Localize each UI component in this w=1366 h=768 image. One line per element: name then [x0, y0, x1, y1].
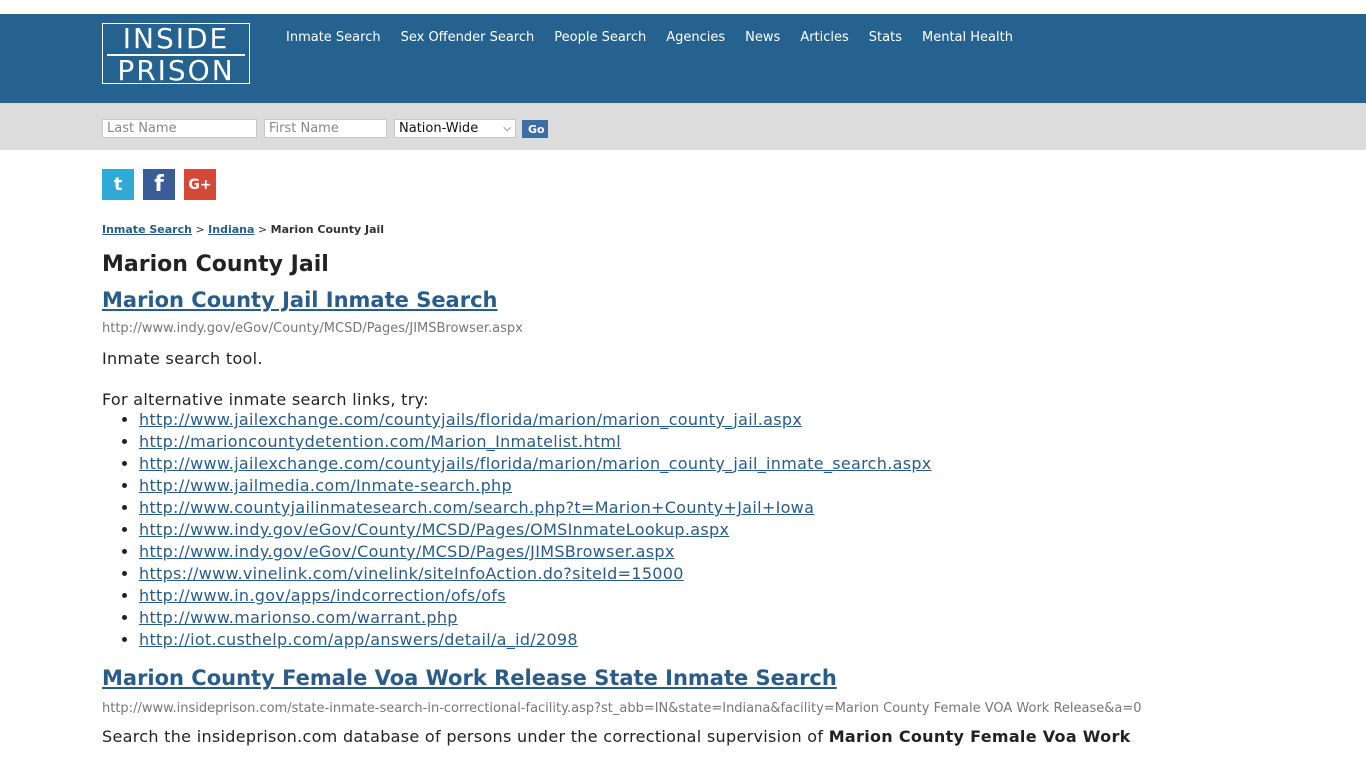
nav-agencies[interactable]: Agencies	[666, 30, 725, 45]
region-select[interactable]: Nation-Wide ⌵	[394, 119, 516, 138]
result-title: Marion County Female Voa Work Release St…	[102, 666, 1302, 690]
page-title: Marion County Jail	[102, 252, 329, 277]
result-description: Search the insideprison.com database of …	[102, 727, 1302, 746]
facebook-icon[interactable]: f	[143, 169, 175, 200]
top-strip	[0, 0, 1366, 14]
nav-articles[interactable]: Articles	[800, 30, 848, 45]
result-link-female-voa[interactable]: Marion County Female Voa Work Release St…	[102, 666, 837, 690]
alternative-links-intro: For alternative inmate search links, try…	[102, 390, 429, 409]
facebook-glyph: f	[154, 172, 164, 197]
breadcrumb-inmate-search[interactable]: Inmate Search	[102, 223, 192, 236]
site-header: INSIDE PRISON Inmate Search Sex Offender…	[0, 14, 1366, 103]
nav-sex-offender-search[interactable]: Sex Offender Search	[401, 30, 535, 45]
list-item: http://www.countyjailinmatesearch.com/se…	[139, 497, 1302, 519]
alt-link[interactable]: http://www.indy.gov/eGov/County/MCSD/Pag…	[139, 542, 675, 561]
result-url: http://www.indy.gov/eGov/County/MCSD/Pag…	[102, 321, 523, 336]
breadcrumb-separator: >	[257, 223, 268, 236]
list-item: https://www.vinelink.com/vinelink/siteIn…	[139, 563, 1302, 585]
result-description: Inmate search tool.	[102, 349, 263, 368]
alt-link[interactable]: http://www.indy.gov/eGov/County/MCSD/Pag…	[139, 520, 729, 539]
alt-link[interactable]: http://marioncountydetention.com/Marion_…	[139, 432, 621, 451]
inside-prison-logo[interactable]: INSIDE PRISON	[102, 23, 250, 84]
list-item: http://www.indy.gov/eGov/County/MCSD/Pag…	[139, 519, 1302, 541]
alt-link[interactable]: http://www.jailexchange.com/countyjails/…	[139, 410, 802, 429]
alternative-links-list: http://www.jailexchange.com/countyjails/…	[102, 409, 1302, 651]
main-nav: Inmate Search Sex Offender Search People…	[286, 30, 1033, 45]
region-selected-value: Nation-Wide	[399, 121, 479, 136]
result-url: http://www.insideprison.com/state-inmate…	[102, 701, 1142, 716]
breadcrumb-separator: >	[195, 223, 205, 236]
logo-line1: INSIDE	[122, 23, 230, 55]
alt-link[interactable]: http://www.in.gov/apps/indcorrection/ofs…	[139, 586, 506, 605]
list-item: http://marioncountydetention.com/Marion_…	[139, 431, 1302, 453]
chevron-down-icon: ⌵	[503, 123, 511, 134]
list-item: http://iot.custhelp.com/app/answers/deta…	[139, 629, 1302, 651]
nav-mental-health[interactable]: Mental Health	[922, 30, 1013, 45]
nav-news[interactable]: News	[745, 30, 780, 45]
list-item: http://www.jailexchange.com/countyjails/…	[139, 453, 1302, 475]
result-description-facility: Marion County Female Voa Work	[828, 727, 1131, 746]
breadcrumb-current: Marion County Jail	[270, 223, 385, 236]
search-bar: Nation-Wide ⌵ Go	[0, 103, 1366, 150]
go-button[interactable]: Go	[522, 120, 548, 138]
social-share: t f G+	[102, 169, 1302, 200]
alt-link[interactable]: http://iot.custhelp.com/app/answers/deta…	[139, 630, 578, 649]
first-name-input[interactable]	[264, 119, 387, 138]
nav-stats[interactable]: Stats	[869, 30, 902, 45]
result-link-marion-county-jail[interactable]: Marion County Jail Inmate Search	[102, 288, 497, 312]
alt-link[interactable]: http://www.jailexchange.com/countyjails/…	[139, 454, 932, 473]
breadcrumb: Inmate Search > Indiana > Marion County …	[102, 223, 1302, 236]
last-name-input[interactable]	[102, 119, 257, 138]
alt-link[interactable]: http://www.countyjailinmatesearch.com/se…	[139, 498, 814, 517]
twitter-icon[interactable]: t	[102, 169, 134, 200]
alt-link[interactable]: http://www.jailmedia.com/Inmate-search.p…	[139, 476, 512, 495]
nav-inmate-search[interactable]: Inmate Search	[286, 30, 381, 45]
alt-link[interactable]: https://www.vinelink.com/vinelink/siteIn…	[139, 564, 684, 583]
result-title: Marion County Jail Inmate Search	[102, 288, 1302, 312]
logo-line2: PRISON	[117, 54, 235, 84]
nav-people-search[interactable]: People Search	[554, 30, 646, 45]
alt-link[interactable]: http://www.marionso.com/warrant.php	[139, 608, 458, 627]
breadcrumb-indiana[interactable]: Indiana	[208, 223, 254, 236]
list-item: http://www.jailmedia.com/Inmate-search.p…	[139, 475, 1302, 497]
google-plus-icon[interactable]: G+	[184, 169, 216, 200]
twitter-glyph: t	[113, 174, 123, 195]
list-item: http://www.indy.gov/eGov/County/MCSD/Pag…	[139, 541, 1302, 563]
list-item: http://www.marionso.com/warrant.php	[139, 607, 1302, 629]
result-description-prefix: Search the insideprison.com database of …	[102, 727, 829, 746]
main-content: t f G+ Inmate Search > Indiana > Marion …	[102, 169, 1302, 746]
google-plus-glyph: G+	[188, 176, 212, 193]
list-item: http://www.jailexchange.com/countyjails/…	[139, 409, 1302, 431]
list-item: http://www.in.gov/apps/indcorrection/ofs…	[139, 585, 1302, 607]
